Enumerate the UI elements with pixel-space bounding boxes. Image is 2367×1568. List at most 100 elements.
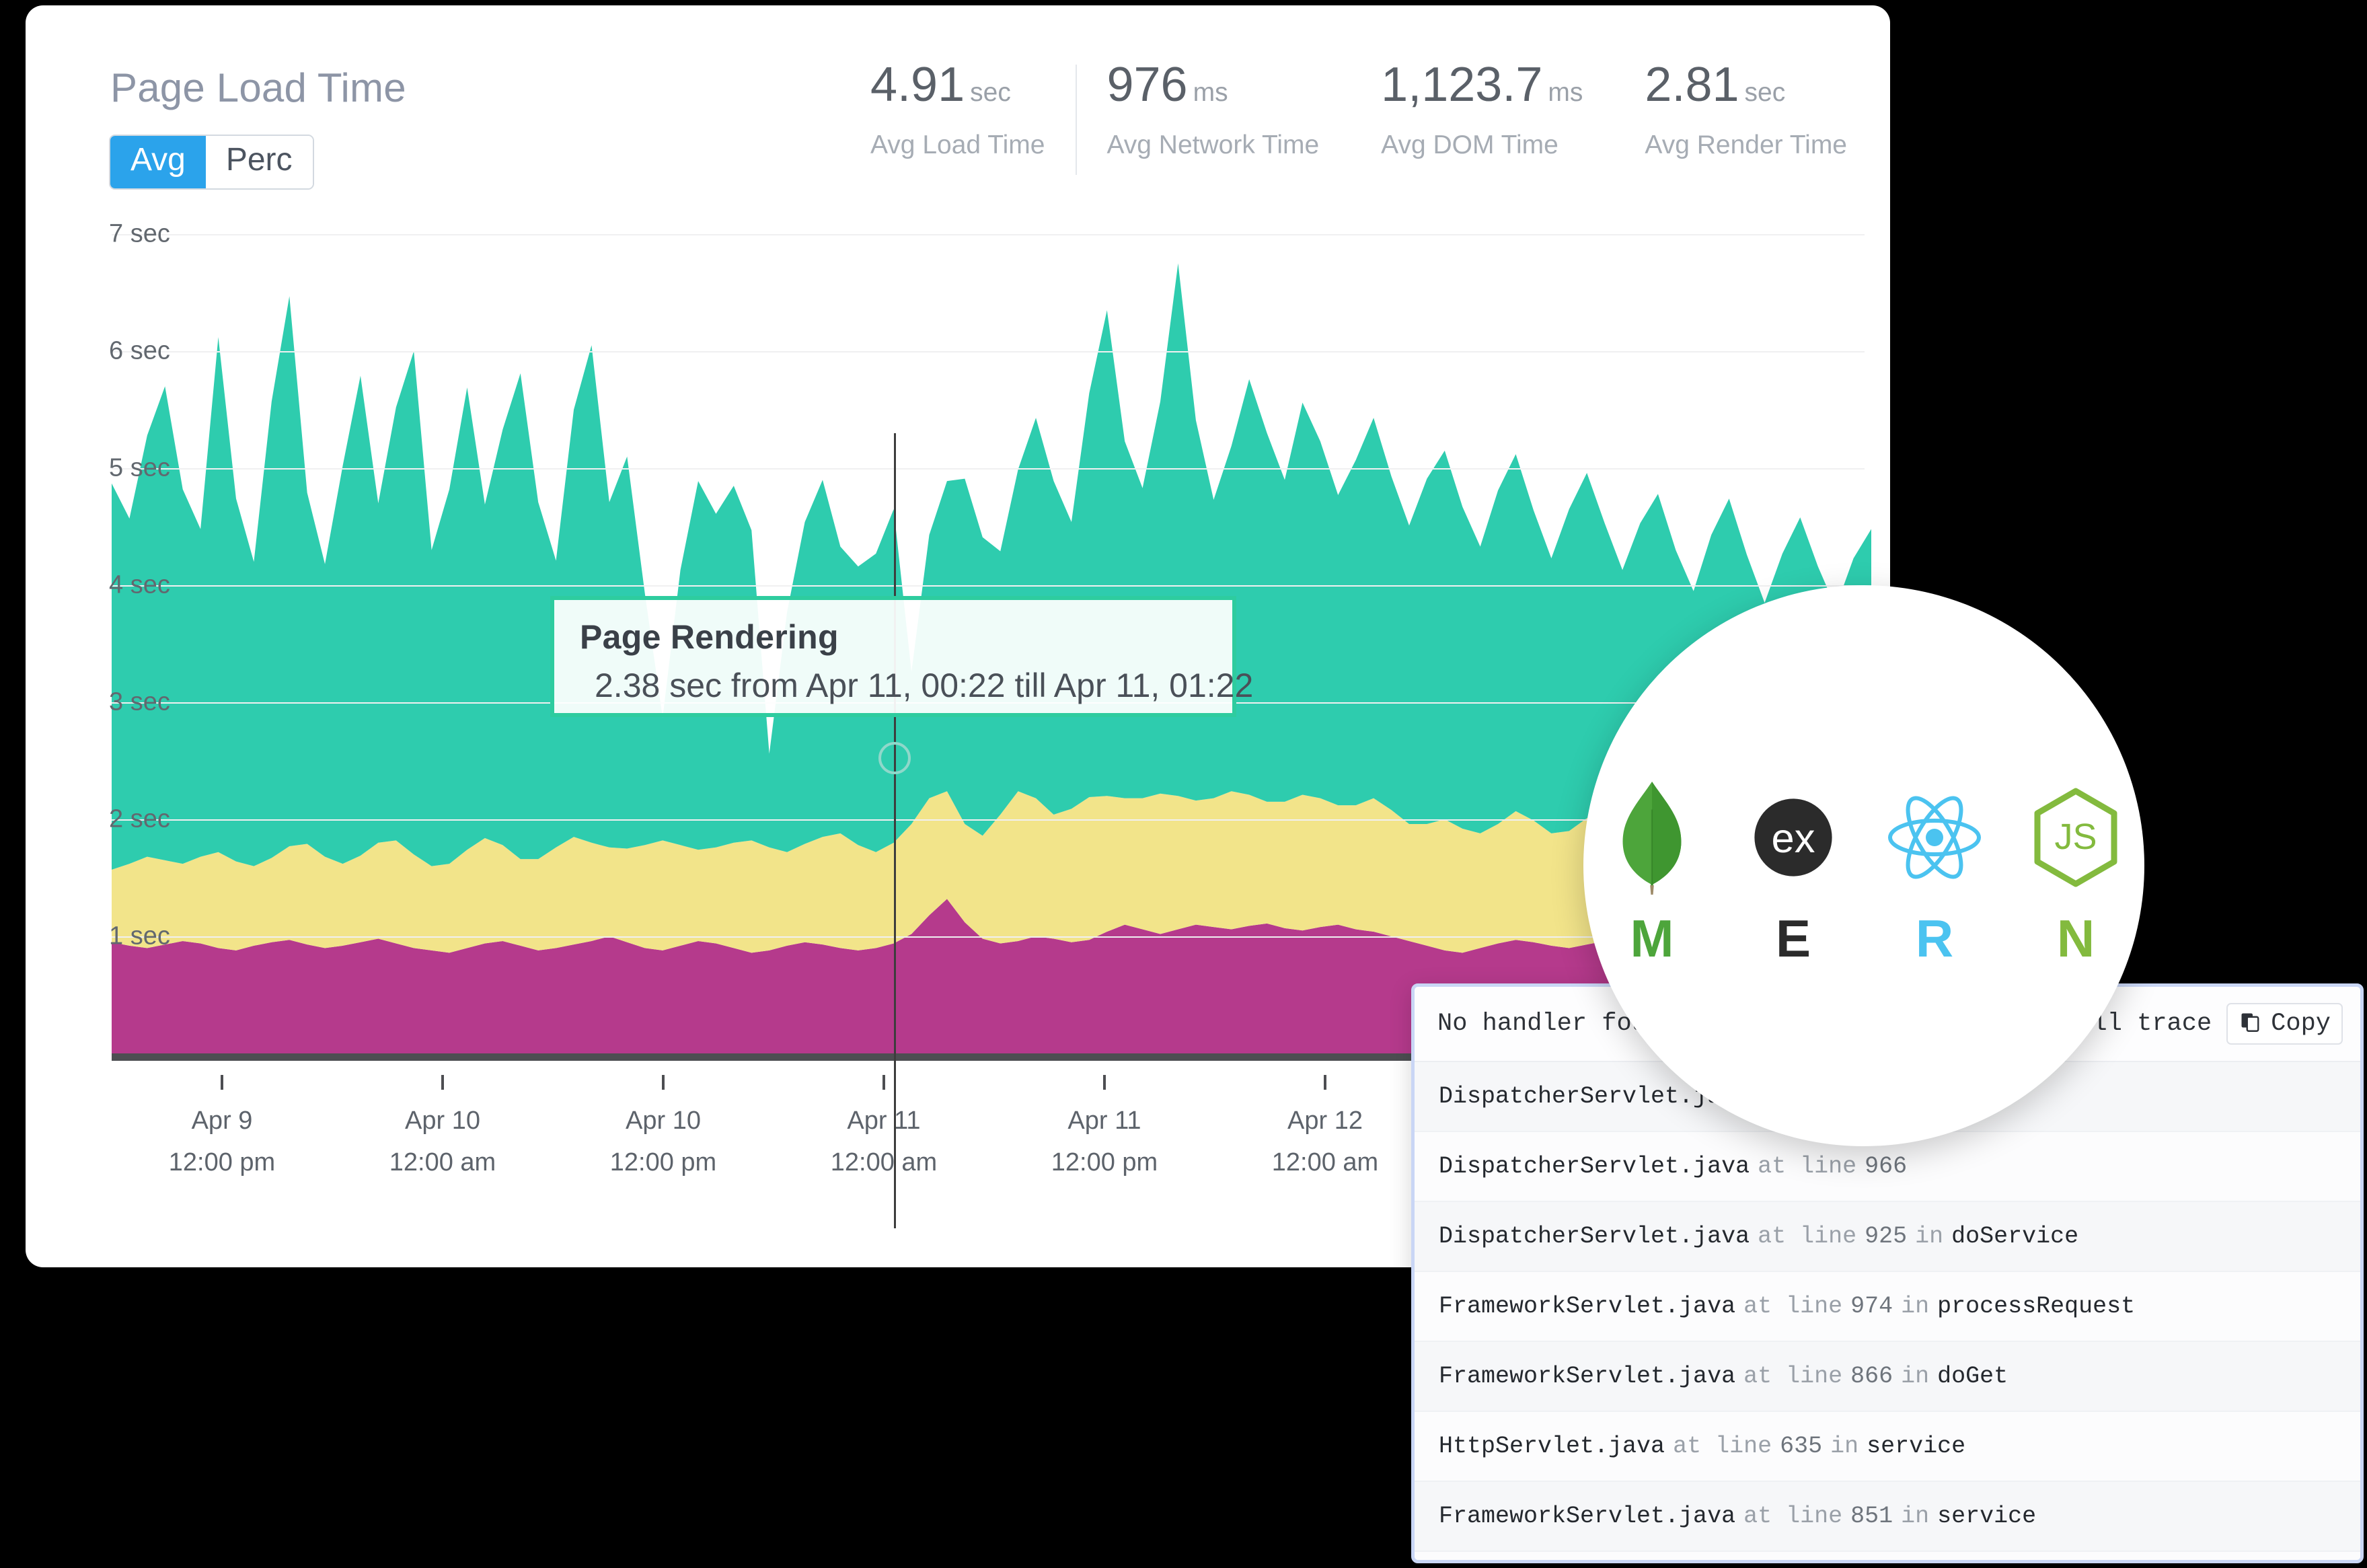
trace-file-name: DispatcherServlet.java bbox=[1439, 1223, 1750, 1250]
x-axis-tick-label: Apr 10 12:00 am bbox=[389, 1107, 496, 1177]
tooltip-detail: 2.38 sec from Apr 11, 00:22 till Apr 11,… bbox=[595, 667, 1254, 704]
x-axis-tick bbox=[221, 1075, 223, 1090]
x-axis-tick-label: Apr 9 12:00 pm bbox=[168, 1107, 276, 1177]
mern-letter: N bbox=[2056, 909, 2095, 968]
trace-file-name: DispatcherServlet.java bbox=[1439, 1153, 1750, 1180]
metric-label: Avg Render Time bbox=[1645, 130, 1847, 159]
metric-avg-network-time: 976 ms Avg Network Time bbox=[1076, 58, 1350, 175]
trace-at-label: at line bbox=[1758, 1153, 1857, 1180]
svg-text:ex: ex bbox=[1772, 815, 1815, 862]
mern-letter: R bbox=[1915, 909, 1954, 968]
trace-at-label: at line bbox=[1743, 1293, 1843, 1320]
chart-tooltip: Page Rendering 2.38 sec from Apr 11, 00:… bbox=[550, 596, 1254, 717]
mern-item-nodejs: JS N bbox=[2025, 780, 2126, 965]
x-axis-tick-label: Apr 12 12:00 am bbox=[1271, 1107, 1379, 1177]
x-axis-tick bbox=[441, 1075, 444, 1090]
y-axis-tick-label: 2 sec bbox=[109, 805, 170, 833]
stack-trace-row[interactable]: HttpServlet.java at line 635 in service bbox=[1415, 1412, 2360, 1482]
metric-avg-render-time: 2.81 sec Avg Render Time bbox=[1614, 61, 1878, 160]
metric-value: 1,123.7 ms bbox=[1381, 58, 1583, 112]
metric-value: 976 ms bbox=[1106, 58, 1228, 112]
trace-in-label: in bbox=[1901, 1503, 1930, 1530]
trace-file-name: FrameworkServlet.java bbox=[1439, 1363, 1736, 1390]
copy-label: Copy bbox=[2271, 1010, 2331, 1038]
mern-logo-row: M ex E R JS N bbox=[1602, 780, 2126, 965]
gridline bbox=[112, 234, 1865, 235]
mern-stack-badge: M ex E R JS N bbox=[1583, 585, 2144, 1146]
screenshot-root: Page Load Time Avg Perc 4.91 sec Avg Load… bbox=[0, 0, 2367, 1568]
mern-item-react: R bbox=[1884, 780, 1985, 965]
chart-crosshair bbox=[894, 433, 896, 1228]
y-axis-tick-label: 6 sec bbox=[109, 336, 170, 365]
x-axis-line bbox=[112, 1053, 1435, 1061]
trace-in-label: in bbox=[1830, 1433, 1859, 1460]
trace-at-label: at line bbox=[1743, 1363, 1843, 1390]
trace-file-name: HttpServlet.java bbox=[1439, 1433, 1665, 1460]
x-axis-tick bbox=[1103, 1075, 1106, 1090]
trace-line-number: 851 bbox=[1850, 1503, 1893, 1530]
x-axis-tick-label: Apr 10 12:00 pm bbox=[609, 1107, 717, 1177]
metric-unit: sec bbox=[1744, 78, 1786, 107]
x-axis-tick bbox=[1324, 1075, 1326, 1090]
metric-avg-dom-time: 1,123.7 ms Avg DOM Time bbox=[1350, 61, 1614, 160]
x-axis-tick bbox=[662, 1075, 665, 1090]
express-icon: ex bbox=[1750, 780, 1836, 895]
chart-hover-point bbox=[878, 742, 911, 774]
y-axis-tick-label: 7 sec bbox=[109, 219, 170, 248]
trace-at-label: at line bbox=[1758, 1223, 1857, 1250]
y-axis-tick-label: 5 sec bbox=[109, 453, 170, 482]
copy-button[interactable]: Copy bbox=[2226, 1003, 2343, 1045]
trace-method-name: service bbox=[1867, 1433, 1966, 1460]
mongodb-leaf-icon bbox=[1612, 780, 1692, 895]
trace-file-name: FrameworkServlet.java bbox=[1439, 1293, 1736, 1320]
metric-avg-load-time: 4.91 sec Avg Load Time bbox=[839, 61, 1076, 160]
gridline bbox=[112, 351, 1865, 352]
avg-perc-toggle-group[interactable]: Avg Perc bbox=[109, 135, 314, 190]
gridline bbox=[112, 468, 1865, 470]
trace-at-label: at line bbox=[1743, 1503, 1843, 1530]
toggle-perc-button[interactable]: Perc bbox=[205, 136, 313, 188]
react-atom-icon bbox=[1884, 780, 1985, 895]
toggle-avg-button[interactable]: Avg bbox=[110, 136, 206, 188]
trace-line-number: 925 bbox=[1865, 1223, 1908, 1250]
y-axis-tick-label: 1 sec bbox=[109, 922, 170, 950]
y-axis-tick-label: 3 sec bbox=[109, 687, 170, 716]
trace-method-name: service bbox=[1937, 1503, 2037, 1530]
trace-at-label: at line bbox=[1673, 1433, 1772, 1460]
stack-trace-row[interactable]: DispatcherServlet.java at line 925 in doServ… bbox=[1415, 1202, 2360, 1272]
nodejs-hexagon-icon: JS bbox=[2031, 780, 2121, 895]
metric-unit: ms bbox=[1193, 78, 1228, 107]
trace-line-number: 866 bbox=[1850, 1363, 1893, 1390]
y-axis-tick-label: 4 sec bbox=[109, 570, 170, 599]
metric-value: 4.91 sec bbox=[870, 58, 1011, 112]
trace-in-label: in bbox=[1901, 1363, 1930, 1390]
trace-method-name: processRequest bbox=[1937, 1293, 2136, 1320]
page-title: Page Load Time bbox=[110, 65, 406, 110]
card-header: Page Load Time Avg Perc 4.91 sec Avg Load… bbox=[26, 5, 1890, 207]
mern-item-mongodb: M bbox=[1602, 780, 1702, 965]
trace-line-number: 974 bbox=[1850, 1293, 1893, 1320]
trace-method-name: doGet bbox=[1937, 1363, 2008, 1390]
svg-text:JS: JS bbox=[2054, 817, 2097, 857]
metric-label: Avg Load Time bbox=[870, 130, 1045, 159]
trace-in-label: in bbox=[1901, 1293, 1930, 1320]
trace-line-number: 635 bbox=[1780, 1433, 1823, 1460]
metric-unit: sec bbox=[970, 78, 1011, 107]
copy-icon bbox=[2239, 1010, 2263, 1038]
mern-letter: E bbox=[1775, 909, 1811, 968]
trace-line-number: 966 bbox=[1865, 1153, 1908, 1180]
stack-trace-row[interactable]: FrameworkServlet.java at line 866 in doGet bbox=[1415, 1342, 2360, 1412]
x-axis-tick-label: Apr 11 12:00 am bbox=[830, 1107, 938, 1177]
mern-letter: M bbox=[1630, 909, 1674, 968]
stack-trace-row[interactable]: HttpServlet.javaat line742inservice bbox=[1415, 1552, 2360, 1560]
metric-value: 2.81 sec bbox=[1645, 58, 1786, 112]
stack-trace-row[interactable]: FrameworkServlet.java at line 851 in service bbox=[1415, 1482, 2360, 1552]
trace-file-name: FrameworkServlet.java bbox=[1439, 1503, 1736, 1530]
mern-item-express: ex E bbox=[1743, 780, 1844, 965]
metrics-summary: 4.91 sec Avg Load Time 976 ms Avg Network … bbox=[839, 58, 1878, 175]
stack-trace-row[interactable]: FrameworkServlet.java at line 974 in process… bbox=[1415, 1272, 2360, 1342]
x-axis-labels: Apr 9 12:00 pm Apr 10 12:00 am Apr 10 12:00 p… bbox=[112, 1075, 1435, 1177]
metric-label: Avg Network Time bbox=[1106, 130, 1320, 159]
trace-in-label: in bbox=[1915, 1223, 1944, 1250]
tooltip-title: Page Rendering bbox=[580, 618, 839, 656]
